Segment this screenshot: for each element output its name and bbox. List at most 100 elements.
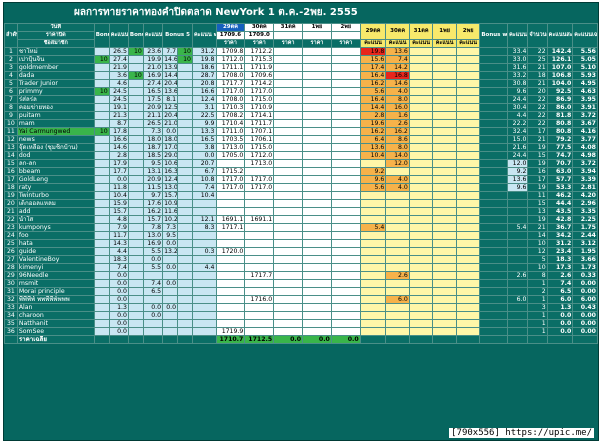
total-cell: 77.5	[546, 143, 574, 152]
bonus5b-cell	[177, 79, 193, 88]
header-score-1: คะแนน	[432, 39, 457, 48]
price-29-cell: 1708.0	[215, 71, 246, 80]
header-close-1	[302, 31, 332, 40]
price-31-cell	[273, 55, 304, 64]
score-week3-cell: 19.1	[108, 103, 129, 112]
bonus-week5-cell	[479, 79, 509, 88]
bonus3-cell	[93, 199, 110, 208]
average-cell: 4.95	[572, 79, 598, 88]
price-30-cell	[244, 287, 275, 296]
score-29-cell	[359, 199, 387, 208]
price-1-cell	[302, 303, 332, 312]
score-29-cell: 10.4	[359, 151, 387, 160]
bonus3-cell	[93, 279, 110, 288]
bonus-week5-cell	[479, 63, 509, 72]
price-1-cell	[302, 327, 332, 336]
rank-cell: 12	[4, 135, 18, 144]
score-week4-cell: 20.9	[142, 175, 164, 184]
bonus3-cell	[93, 231, 110, 240]
bonus4-cell: 10	[127, 47, 144, 56]
price-29-cell: 1717.0	[215, 175, 246, 184]
price-30-cell: 1717.0	[244, 183, 275, 192]
score-2-cell	[455, 327, 481, 336]
table-row: 25 hata 14.3 16.9 0.0 10 31.2 3.12	[4, 239, 598, 248]
price-29-cell: 1720.0	[215, 247, 246, 256]
price-31-cell	[273, 199, 304, 208]
score-30-cell: 16.0	[385, 103, 410, 112]
score-2-cell	[455, 247, 481, 256]
times-cell: 22	[527, 47, 548, 56]
price-2-cell	[330, 279, 361, 288]
average-cell: 3.39	[572, 175, 598, 184]
price-2-cell	[330, 47, 361, 56]
total-cell: 23.4	[546, 247, 574, 256]
score-2-cell	[455, 191, 481, 200]
sum-week5-cell: 6.0	[507, 295, 529, 304]
bonus-week5-cell	[479, 55, 509, 64]
price-2-cell	[330, 143, 361, 152]
footer-blank	[177, 335, 193, 344]
footer-avg-2: 0.0	[330, 335, 361, 344]
bonus4-cell	[127, 263, 144, 272]
price-31-cell	[273, 207, 304, 216]
score-2-cell	[455, 311, 481, 320]
bonus-week5-cell	[479, 47, 509, 56]
bonus3-cell	[93, 47, 110, 56]
bonus3-cell	[93, 183, 110, 192]
bonus-week5-cell	[479, 327, 509, 336]
bonus5b-cell	[177, 167, 193, 176]
price-31-cell	[273, 247, 304, 256]
score-1-cell	[432, 215, 457, 224]
price-29-cell	[215, 287, 246, 296]
bonus3-cell	[93, 207, 110, 216]
bonus4-cell	[127, 191, 144, 200]
score-30-cell	[385, 199, 410, 208]
bonus3-cell	[93, 303, 110, 312]
times-cell: 13	[527, 207, 548, 216]
score-31-cell	[408, 71, 434, 80]
score-week3-cell: 4.6	[108, 79, 129, 88]
total-cell: 42.8	[546, 215, 574, 224]
average-cell: 3.91	[572, 103, 598, 112]
price-29-cell	[215, 311, 246, 320]
total-cell: 79.2	[546, 135, 574, 144]
score-1-cell	[432, 279, 457, 288]
total-cell: 142.4	[546, 47, 574, 56]
price-2-cell	[330, 63, 361, 72]
header-score-date-2: 2พย	[455, 23, 481, 40]
score-week3-cell: 17.9	[108, 159, 129, 168]
average-cell: 4.08	[572, 143, 598, 152]
rank-cell: 1	[4, 47, 18, 56]
price-31-cell	[273, 231, 304, 240]
total-cell: 74.7	[546, 151, 574, 160]
bonus-week5-cell	[479, 223, 509, 232]
score-30-cell	[385, 303, 410, 312]
score-31-cell	[408, 87, 434, 96]
table-row: 36 SomSee 0.0 1719.9 1 0.0 0.00	[4, 327, 598, 336]
sum-week5-cell	[507, 231, 529, 240]
bonus5b-cell	[177, 271, 193, 280]
sum-week5-cell: 15.0	[507, 135, 529, 144]
score-31-cell	[408, 271, 434, 280]
score-31-cell	[408, 111, 434, 120]
score-2-cell	[455, 303, 481, 312]
score-29-cell: 19.8	[359, 47, 387, 56]
bonus5-cell: 21.0	[162, 119, 179, 128]
score-31-cell	[408, 279, 434, 288]
score-2-cell	[455, 199, 481, 208]
price-31-cell	[273, 127, 304, 136]
member-name: primmy	[16, 87, 95, 96]
score-week3-cell: 4.4	[108, 247, 129, 256]
score-30-cell: 14.2	[385, 63, 410, 72]
score-week4-cell	[142, 271, 164, 280]
price-31-cell	[273, 135, 304, 144]
price-30-cell: 1709.6	[244, 71, 275, 80]
price-1-cell	[302, 199, 332, 208]
price-1-cell	[302, 207, 332, 216]
header-close-31	[273, 31, 304, 40]
score-31-cell	[408, 231, 434, 240]
bonus5-cell: 15.7	[162, 191, 179, 200]
price-29-cell: 1717.7	[215, 79, 246, 88]
score-week3-cell: 0.0	[108, 271, 129, 280]
member-name: kimenyi	[16, 263, 95, 272]
